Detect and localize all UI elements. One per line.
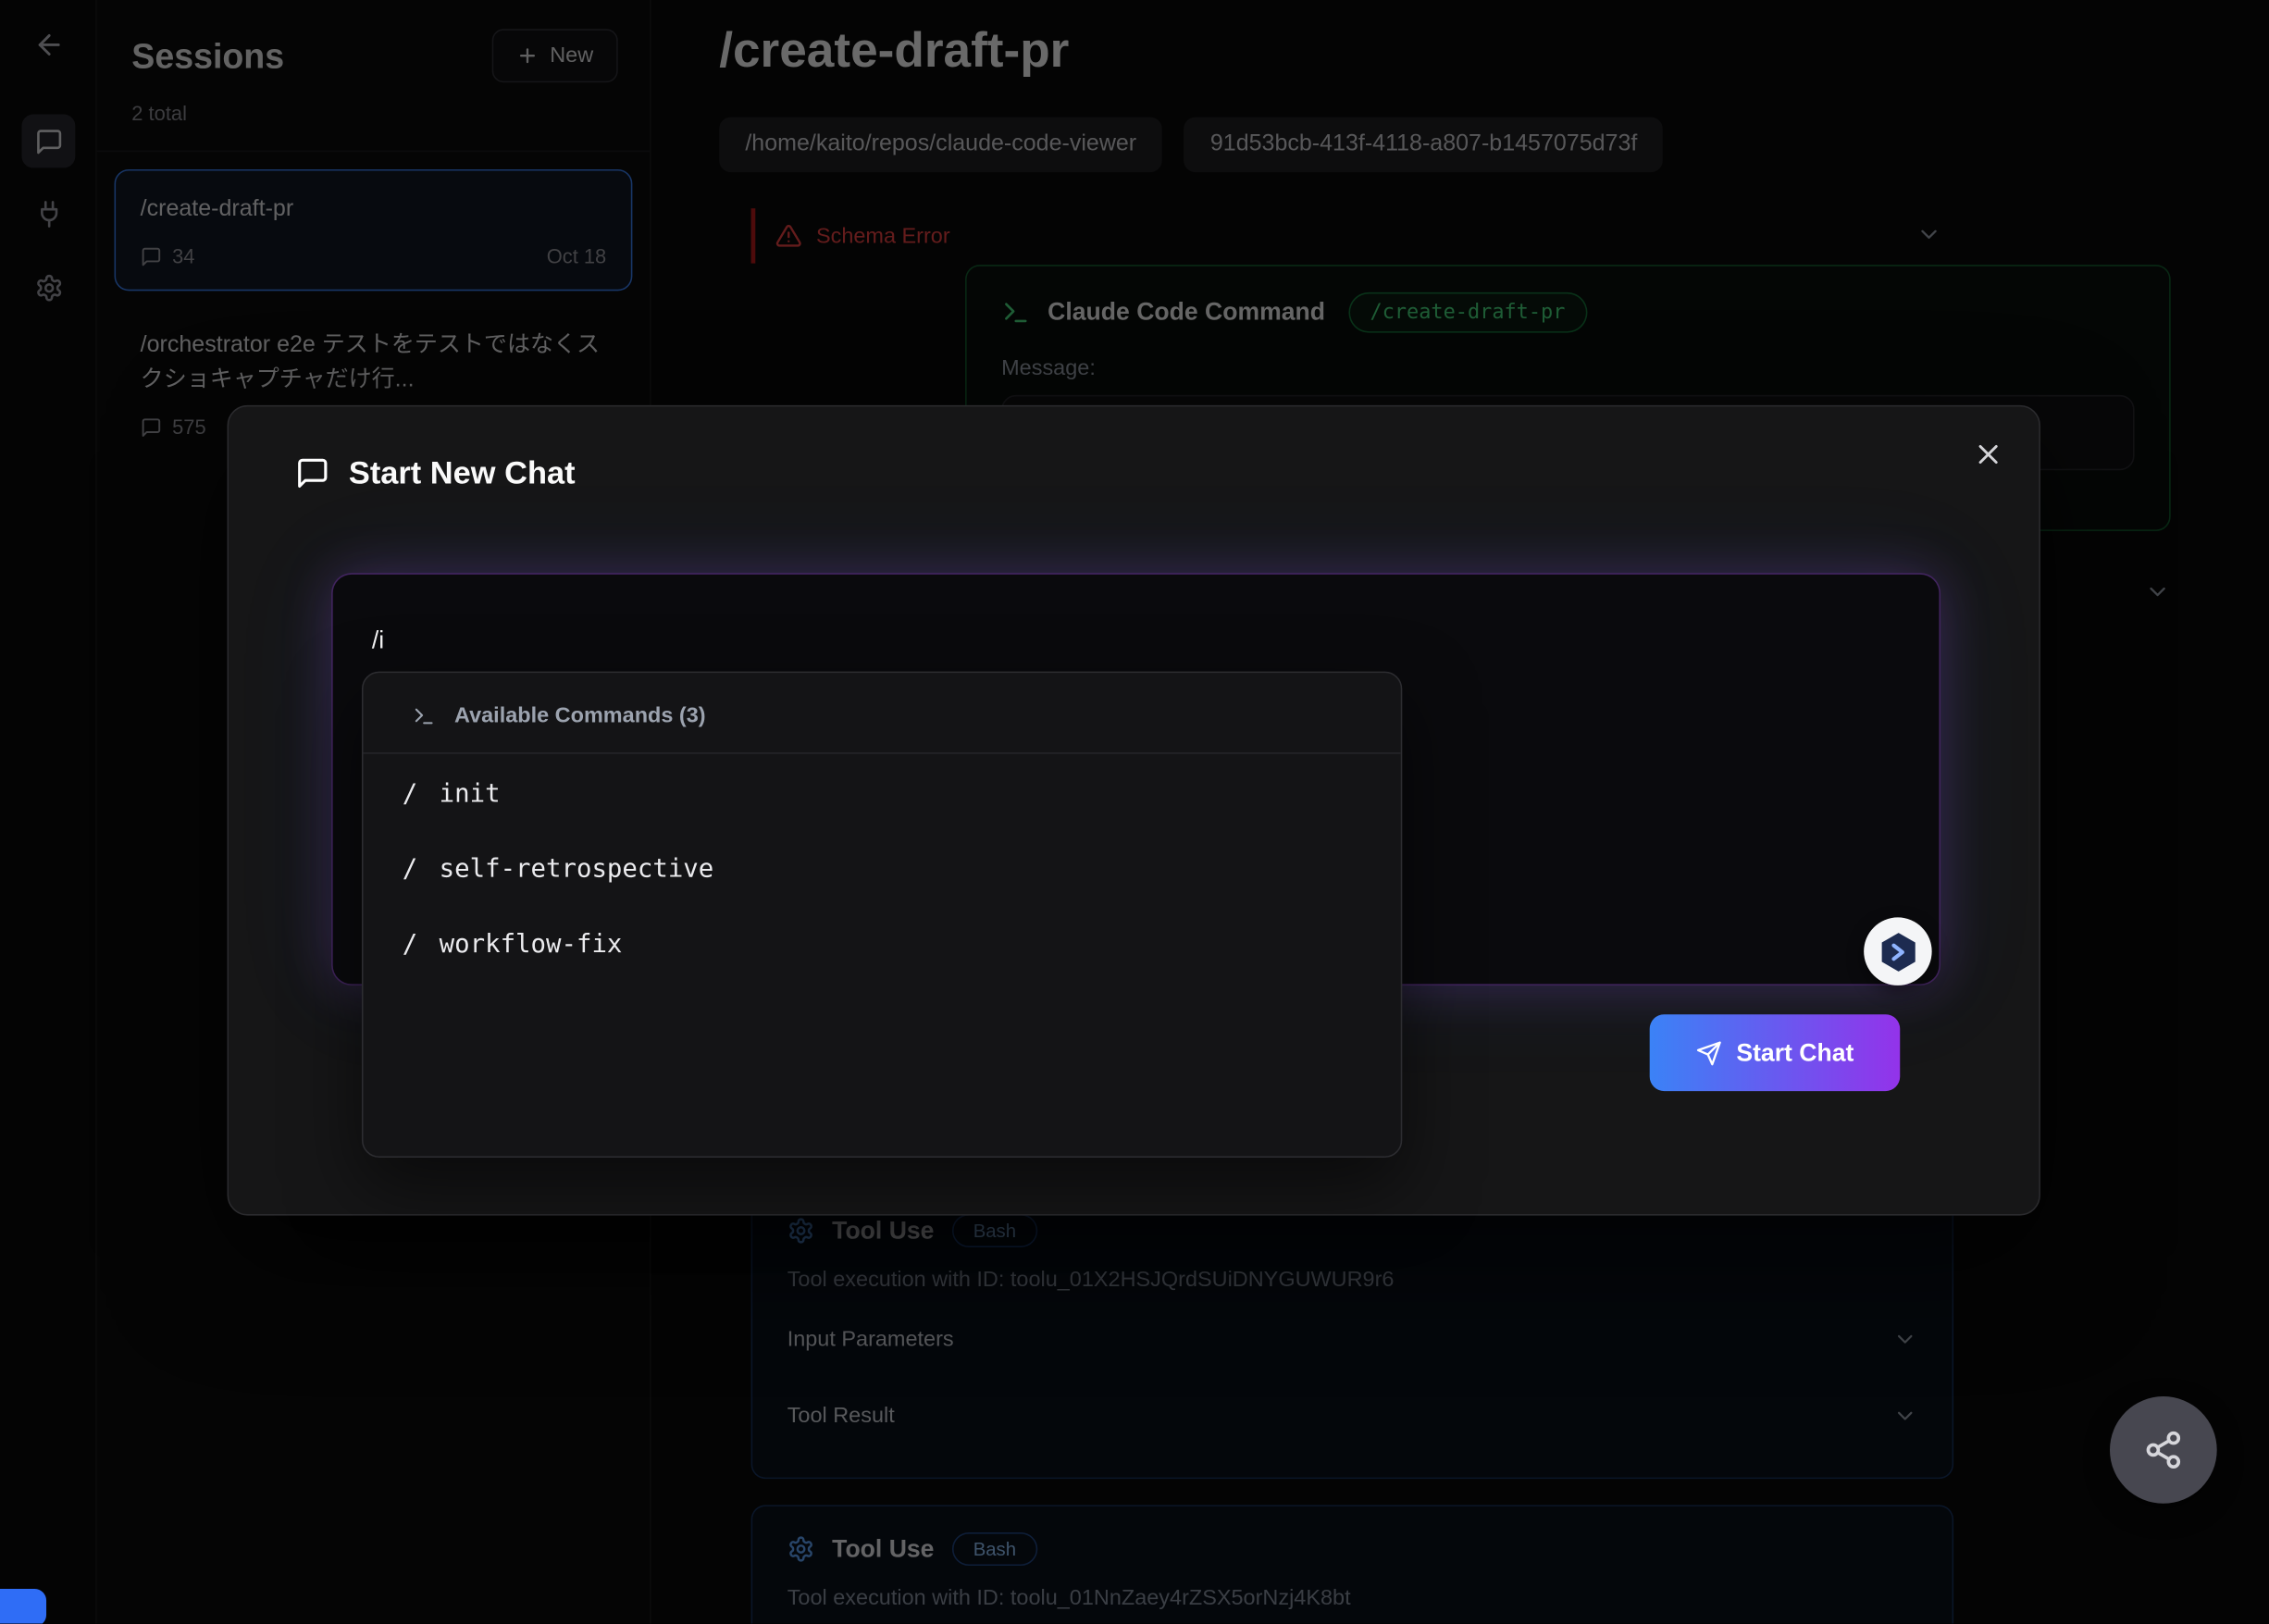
commands-list: / init / self-retrospective / workflow-f… (364, 754, 1401, 983)
command-option-workflow-fix[interactable]: / workflow-fix (403, 907, 1401, 982)
modal-header: Start New Chat (295, 454, 576, 492)
modal-title: Start New Chat (349, 454, 576, 492)
send-icon (1696, 1040, 1722, 1066)
command-label: init (440, 780, 501, 809)
chat-input-value: /i (372, 626, 384, 655)
floating-action-button[interactable] (2110, 1396, 2217, 1504)
close-icon[interactable] (1972, 439, 2003, 470)
commands-header-label: Available Commands (3) (454, 703, 706, 728)
command-label: workflow-fix (440, 931, 623, 960)
terminal-icon (413, 704, 436, 727)
floating-widget-button[interactable] (1864, 917, 1931, 985)
share-network-icon (2143, 1430, 2184, 1470)
start-chat-button[interactable]: Start Chat (1650, 1014, 1901, 1091)
command-prefix: / (403, 931, 417, 960)
commands-dropdown-header: Available Commands (3) (364, 673, 1401, 754)
start-chat-label: Start Chat (1736, 1038, 1854, 1067)
command-prefix: / (403, 855, 417, 884)
hexagon-logo-icon (1875, 928, 1921, 974)
app-window: Sessions New 2 total /create-draft-pr 34… (0, 0, 2269, 1624)
available-commands-dropdown: Available Commands (3) / init / self-ret… (362, 672, 1402, 1158)
command-label: self-retrospective (440, 855, 714, 884)
chat-bubble-icon (295, 456, 330, 491)
command-prefix: / (403, 780, 417, 809)
command-option-self-retrospective[interactable]: / self-retrospective (403, 832, 1401, 907)
dev-tools-indicator[interactable] (0, 1589, 46, 1624)
command-option-init[interactable]: / init (403, 757, 1401, 832)
start-new-chat-modal: Start New Chat /i Available Commands (3)… (228, 405, 2040, 1216)
